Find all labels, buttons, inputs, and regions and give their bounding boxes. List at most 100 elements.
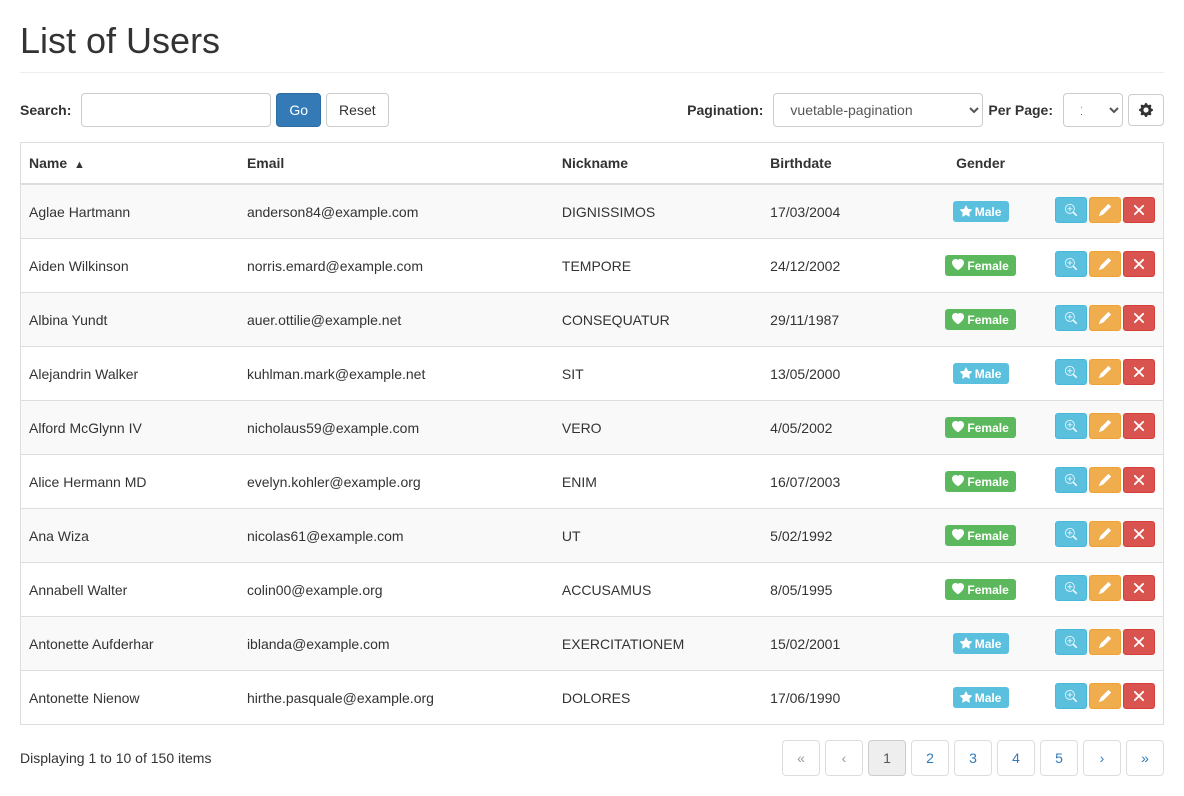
table-row: Alford McGlynn IVnicholaus59@example.com… [21, 401, 1164, 455]
table-row: Alice Hermann MDevelyn.kohler@example.or… [21, 455, 1164, 509]
cell-actions [1042, 401, 1164, 455]
edit-button[interactable] [1089, 629, 1121, 655]
column-header-birthdate[interactable]: Birthdate [762, 143, 919, 185]
cell-nickname: CONSEQUATUR [554, 293, 762, 347]
edit-button[interactable] [1089, 575, 1121, 601]
cell-nickname: UT [554, 509, 762, 563]
reset-button[interactable]: Reset [326, 93, 389, 127]
column-header-name[interactable]: Name ▲ [21, 143, 239, 185]
view-button[interactable] [1055, 629, 1087, 655]
delete-button[interactable] [1123, 575, 1155, 601]
cell-birthdate: 4/05/2002 [762, 401, 919, 455]
view-button[interactable] [1055, 251, 1087, 277]
table-row: Antonette Aufderhariblanda@example.comEX… [21, 617, 1164, 671]
edit-button[interactable] [1089, 197, 1121, 223]
page-next[interactable]: › [1083, 740, 1121, 776]
gender-badge-male: Male [953, 201, 1009, 221]
heart-icon [952, 421, 964, 433]
remove-icon [1133, 528, 1145, 540]
cell-email: nicolas61@example.com [239, 509, 554, 563]
delete-button[interactable] [1123, 359, 1155, 385]
pencil-icon [1099, 636, 1111, 648]
per-page-select[interactable]: 10 [1063, 93, 1123, 127]
page-2[interactable]: 2 [911, 740, 949, 776]
go-button[interactable]: Go [276, 93, 321, 127]
delete-button[interactable] [1123, 305, 1155, 331]
view-button[interactable] [1055, 683, 1087, 709]
view-button[interactable] [1055, 575, 1087, 601]
gender-badge-female: Female [945, 417, 1016, 437]
gender-badge-female: Female [945, 309, 1016, 329]
delete-button[interactable] [1123, 683, 1155, 709]
page-last[interactable]: » [1126, 740, 1164, 776]
search-label: Search: [20, 102, 71, 118]
cell-actions [1042, 239, 1164, 293]
view-button[interactable] [1055, 197, 1087, 223]
settings-button[interactable] [1128, 94, 1164, 126]
edit-button[interactable] [1089, 521, 1121, 547]
view-button[interactable] [1055, 359, 1087, 385]
column-header-gender[interactable]: Gender [920, 143, 1042, 185]
column-header-email[interactable]: Email [239, 143, 554, 185]
cell-birthdate: 29/11/1987 [762, 293, 919, 347]
view-button[interactable] [1055, 467, 1087, 493]
page-3[interactable]: 3 [954, 740, 992, 776]
zoom-in-icon [1065, 420, 1077, 432]
delete-button[interactable] [1123, 521, 1155, 547]
view-button[interactable] [1055, 305, 1087, 331]
edit-button[interactable] [1089, 467, 1121, 493]
cell-birthdate: 17/06/1990 [762, 671, 919, 725]
cell-gender: Female [920, 455, 1042, 509]
column-header-actions [1042, 143, 1164, 185]
star-icon [960, 691, 972, 703]
edit-button[interactable] [1089, 251, 1121, 277]
remove-icon [1133, 690, 1145, 702]
page-title: List of Users [20, 20, 1164, 62]
view-button[interactable] [1055, 413, 1087, 439]
cell-email: hirthe.pasquale@example.org [239, 671, 554, 725]
pencil-icon [1099, 528, 1111, 540]
pencil-icon [1099, 474, 1111, 486]
delete-button[interactable] [1123, 413, 1155, 439]
edit-button[interactable] [1089, 683, 1121, 709]
delete-button[interactable] [1123, 197, 1155, 223]
cell-nickname: VERO [554, 401, 762, 455]
cell-nickname: ACCUSAMUS [554, 563, 762, 617]
gender-badge-female: Female [945, 255, 1016, 275]
remove-icon [1133, 582, 1145, 594]
edit-button[interactable] [1089, 413, 1121, 439]
cell-actions [1042, 671, 1164, 725]
edit-button[interactable] [1089, 305, 1121, 331]
search-input[interactable] [81, 93, 271, 127]
cell-name: Annabell Walter [21, 563, 239, 617]
cell-gender: Male [920, 184, 1042, 239]
pencil-icon [1099, 204, 1111, 216]
zoom-in-icon [1065, 636, 1077, 648]
zoom-in-icon [1065, 312, 1077, 324]
cell-gender: Female [920, 401, 1042, 455]
cell-name: Antonette Aufderhar [21, 617, 239, 671]
heart-icon [952, 259, 964, 271]
page-5[interactable]: 5 [1040, 740, 1078, 776]
zoom-in-icon [1065, 582, 1077, 594]
delete-button[interactable] [1123, 629, 1155, 655]
page-4[interactable]: 4 [997, 740, 1035, 776]
star-icon [960, 205, 972, 217]
cell-nickname: ENIM [554, 455, 762, 509]
edit-button[interactable] [1089, 359, 1121, 385]
cell-actions [1042, 563, 1164, 617]
gear-icon [1139, 103, 1153, 117]
delete-button[interactable] [1123, 251, 1155, 277]
column-header-nickname[interactable]: Nickname [554, 143, 762, 185]
table-row: Alejandrin Walkerkuhlman.mark@example.ne… [21, 347, 1164, 401]
gender-badge-male: Male [953, 687, 1009, 707]
zoom-in-icon [1065, 366, 1077, 378]
cell-birthdate: 24/12/2002 [762, 239, 919, 293]
cell-gender: Male [920, 617, 1042, 671]
cell-nickname: TEMPORE [554, 239, 762, 293]
page-1: 1 [868, 740, 906, 776]
view-button[interactable] [1055, 521, 1087, 547]
cell-name: Aglae Hartmann [21, 184, 239, 239]
pagination-select[interactable]: vuetable-pagination [773, 93, 983, 127]
delete-button[interactable] [1123, 467, 1155, 493]
